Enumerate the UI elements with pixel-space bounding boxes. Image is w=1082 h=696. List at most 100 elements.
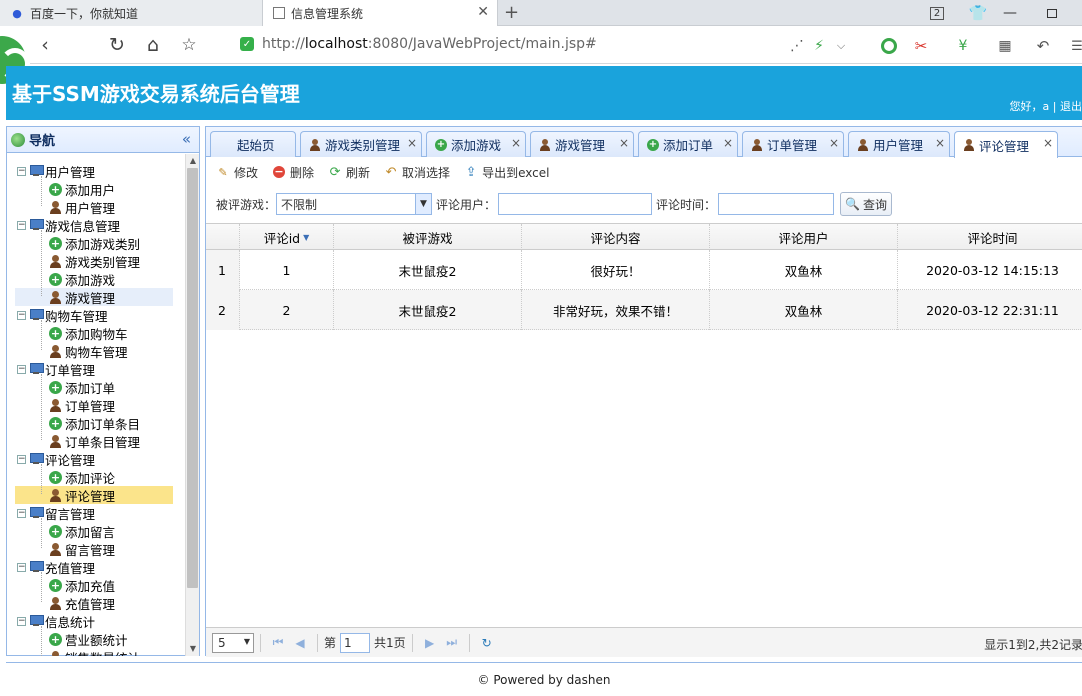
nav-item-18[interactable]: 评论管理 [15,486,173,504]
last-page-icon[interactable]: ⏭ [441,635,463,650]
nav-group-22[interactable]: − 充值管理 [17,558,95,576]
grid-icon[interactable]: ▦ [994,36,1016,56]
reload-icon[interactable]: ↻ [476,636,498,650]
chevron-down-icon[interactable]: ▼ [415,194,432,214]
content-tab-6[interactable]: 用户管理 × [848,131,950,157]
page-size-select[interactable]: 5 ▼ [212,632,254,653]
undo-icon[interactable]: ↶ [1032,36,1054,56]
nav-group-0[interactable]: − 用户管理 [17,162,95,180]
maximize-icon[interactable] [1040,0,1064,26]
yen-shield-icon[interactable]: ¥ [952,36,974,56]
next-page-icon[interactable]: ▶ [419,636,441,650]
user-filter-input[interactable] [498,193,653,215]
nav-item-7[interactable]: 游戏管理 [15,288,173,306]
user-info[interactable]: 您好，a | 退出 [1010,98,1082,114]
star-icon[interactable]: ☆ [176,32,202,58]
minimize-icon[interactable]: — [998,0,1022,26]
nav-group-25[interactable]: − 信息统计 [17,612,95,630]
column-header-2[interactable]: 评论内容 [522,224,710,250]
new-tab-icon[interactable]: + [504,0,519,26]
export-button[interactable]: ⇪ 导出到excel [464,164,550,181]
nav-item-12[interactable]: + 添加订单 [49,378,123,396]
nav-item-21[interactable]: 留言管理 [49,540,123,558]
nav-item-17[interactable]: + 添加评论 [49,468,123,486]
nav-item-23[interactable]: + 添加充值 [49,576,123,594]
sort-desc-icon[interactable]: ▼ [303,233,309,242]
nav-item-1[interactable]: + 添加用户 [49,180,123,198]
scroll-thumb[interactable] [187,168,198,588]
nav-item-2[interactable]: 用户管理 [49,198,123,216]
nav-group-16[interactable]: − 评论管理 [17,450,95,468]
close-icon[interactable]: × [619,136,629,150]
green-circle-icon[interactable] [878,36,900,56]
collapse-icon[interactable]: « [182,130,191,148]
nav-item-24[interactable]: 充值管理 [49,594,123,612]
column-header-3[interactable]: 评论用户 [710,224,898,250]
scroll-up-icon[interactable]: ▲ [186,154,200,168]
close-icon[interactable]: ✕ [477,4,489,20]
nav-scrollbar[interactable]: ▲ ▼ [185,154,199,656]
content-tab-4[interactable]: + 添加订单 × [638,131,738,157]
content-tab-3[interactable]: 游戏管理 × [530,131,634,157]
close-icon[interactable]: × [829,136,839,150]
collapse-toggle-icon[interactable]: − [17,310,26,320]
close-icon[interactable]: × [407,136,417,150]
collapse-toggle-icon[interactable]: − [17,562,26,572]
nav-group-3[interactable]: − 游戏信息管理 [17,216,120,234]
page-number-input[interactable]: 1 [340,632,371,653]
table-row[interactable]: 2 2 末世鼠疫2 非常好玩，效果不错！ 双鱼林 2020-03-12 22:31:11 [206,290,1082,330]
nav-item-26[interactable]: + 营业额统计 [49,630,136,648]
url-field[interactable]: ✓ http://localhost:8080/JavaWebProject/m… [240,36,597,52]
chevron-down-icon[interactable]: ⌵ [830,36,852,56]
browser-tab-baidu[interactable]: ● 百度一下，你就知道 [0,0,262,26]
tab-count-badge[interactable]: 2 [928,0,946,26]
scissors-icon[interactable]: ✂ [910,36,932,56]
content-tab-1[interactable]: 游戏类别管理 × [300,131,422,157]
delete-button[interactable]: − 删除 [272,164,314,181]
nav-item-5[interactable]: 游戏类别管理 [49,252,148,270]
prev-page-icon[interactable]: ◀ [289,636,311,650]
nav-item-20[interactable]: + 添加留言 [49,522,123,540]
collapse-toggle-icon[interactable]: − [17,454,26,464]
nav-group-8[interactable]: − 购物车管理 [17,306,108,324]
reload-icon[interactable]: ↻ [104,32,130,58]
close-icon[interactable]: × [1043,136,1053,150]
menu-icon[interactable]: ☰ [1066,36,1082,56]
column-header-0[interactable]: 评论id ▼ [240,224,334,250]
game-filter-select[interactable]: 不限制 ▼ [276,193,433,215]
chevron-down-icon[interactable]: ▼ [244,637,250,646]
cancel-select-button[interactable]: ↶ 取消选择 [384,164,450,181]
close-icon[interactable]: × [723,136,733,150]
home-icon[interactable]: ⌂ [140,32,166,58]
close-icon[interactable]: × [511,136,521,150]
nav-item-14[interactable]: + 添加订单条目 [49,414,148,432]
scroll-down-icon[interactable]: ▼ [186,642,200,656]
close-icon[interactable]: × [935,136,945,150]
lightning-icon[interactable]: ⚡ [808,36,830,56]
shirt-icon[interactable]: 👕 [966,0,990,26]
table-row[interactable]: 1 1 末世鼠疫2 很好玩！ 双鱼林 2020-03-12 14:15:13 [206,250,1082,290]
time-filter-input[interactable] [718,193,835,215]
back-icon[interactable]: ‹ [32,32,58,58]
collapse-toggle-icon[interactable]: − [17,166,26,176]
nav-group-19[interactable]: − 留言管理 [17,504,95,522]
nav-item-13[interactable]: 订单管理 [49,396,123,414]
query-button[interactable]: 🔍 查询 [840,192,893,216]
nav-item-9[interactable]: + 添加购物车 [49,324,136,342]
collapse-toggle-icon[interactable]: − [17,616,26,626]
edit-button[interactable]: ✎ 修改 [216,164,258,181]
nav-item-10[interactable]: 购物车管理 [49,342,136,360]
first-page-icon[interactable]: ⏮ [267,635,289,650]
share-icon[interactable]: ⋰ [786,36,808,56]
browser-tab-app[interactable]: 信息管理系统 ✕ [262,0,498,26]
nav-item-15[interactable]: 订单条目管理 [49,432,148,450]
column-header-4[interactable]: 评论时间 [898,224,1082,250]
nav-item-4[interactable]: + 添加游戏类别 [49,234,148,252]
collapse-toggle-icon[interactable]: − [17,364,26,374]
collapse-toggle-icon[interactable]: − [17,508,26,518]
content-tab-0[interactable]: 起始页 [210,131,296,157]
refresh-button[interactable]: ⟳ 刷新 [328,164,370,181]
nav-group-11[interactable]: − 订单管理 [17,360,95,378]
column-header-1[interactable]: 被评游戏 [334,224,522,250]
content-tab-5[interactable]: 订单管理 × [742,131,844,157]
